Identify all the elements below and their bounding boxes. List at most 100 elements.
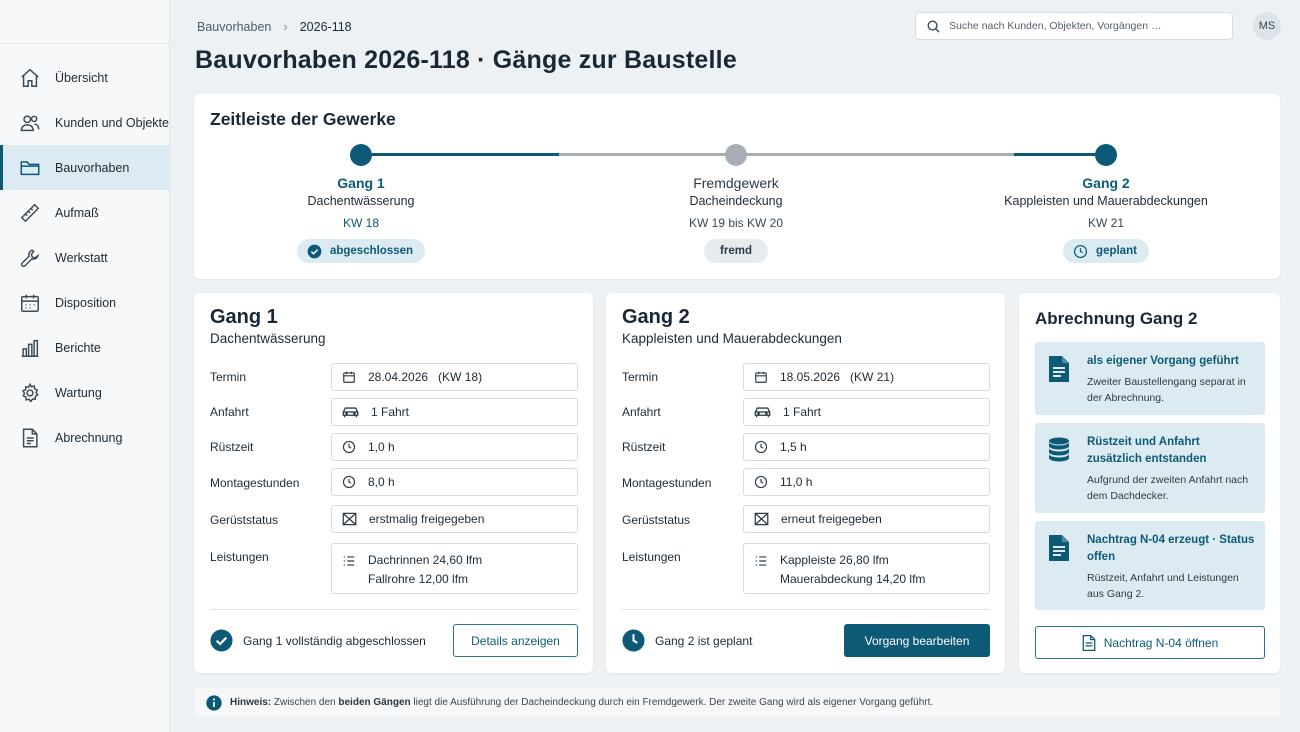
- gang-status: Gang 1 vollständig abgeschlossen: [210, 629, 426, 652]
- billing-card: Abrechnung Gang 2 als eigener Vorgang ge…: [1019, 293, 1280, 673]
- breadcrumb-link-bauvorhaben[interactable]: Bauvorhaben: [197, 20, 271, 34]
- field-value: 1 Fahrt: [371, 405, 410, 419]
- field-value: 28.04.2026 (KW 18): [368, 370, 483, 384]
- scaffold-icon: [342, 512, 357, 526]
- label-leistungen: Leistungen: [210, 550, 269, 564]
- leistungen-field[interactable]: Kappleiste 26,80 lfm Mauerabdeckung 14,2…: [743, 543, 990, 594]
- field-value: 18.05.2026 (KW 21): [780, 370, 895, 384]
- timeline-step-name: Gang 1: [337, 175, 385, 191]
- scaffold-icon: [754, 512, 769, 526]
- sidebar-item-uebersicht[interactable]: Übersicht: [0, 55, 170, 100]
- hint-bar: Hinweis: Zwischen den beiden Gängen lieg…: [194, 688, 1280, 717]
- label-geruest: Gerüststatus: [210, 513, 279, 527]
- sidebar-item-label: Disposition: [55, 295, 117, 310]
- sidebar-item-aufmass[interactable]: Aufmaß: [0, 190, 170, 235]
- sidebar-nav: Übersicht Kunden und Objekte Bauvorhaben…: [0, 55, 170, 460]
- search-icon: [927, 20, 940, 33]
- billing-item: Nachtrag N-04 erzeugt · Status offen Rüs…: [1035, 521, 1265, 610]
- timeline-step-sub: Dacheindeckung: [689, 194, 783, 208]
- gang-status: Gang 2 ist geplant: [622, 629, 752, 652]
- list-item: Fallrohre 12,00 lfm: [368, 572, 469, 586]
- sidebar-item-abrechnung[interactable]: Abrechnung: [0, 415, 170, 460]
- sidebar-item-label: Aufmaß: [55, 205, 99, 220]
- leistungen-list: Kappleiste 26,80 lfm Mauerabdeckung 14,2…: [780, 551, 925, 589]
- status-badge-label: geplant: [1096, 245, 1137, 257]
- sidebar-item-wartung[interactable]: Wartung: [0, 370, 170, 415]
- list-item: Mauerabdeckung 14,20 lfm: [780, 572, 926, 586]
- billing-item-text: Aufgrund der zweiten Anfahrt nach dem Da…: [1087, 474, 1249, 502]
- label-anfahrt: Anfahrt: [622, 405, 661, 419]
- details-button[interactable]: Details anzeigen: [453, 624, 578, 657]
- document-icon: [22, 428, 38, 447]
- timeline-step-gang2: Gang 2 Kappleisten und Mauerabdeckungen …: [956, 175, 1256, 264]
- search-box[interactable]: [915, 12, 1233, 40]
- timeline-dot-fremd: [725, 144, 747, 166]
- timeline-step-sub: Dachentwässerung: [307, 194, 415, 208]
- label-termin: Termin: [622, 370, 659, 384]
- sidebar-item-kunden[interactable]: Kunden und Objekte: [0, 100, 170, 145]
- wrench-icon: [20, 248, 40, 267]
- hint-label: Hinweis:: [230, 697, 272, 708]
- calendar-icon: [21, 294, 39, 312]
- edit-vorgang-button[interactable]: Vorgang bearbeiten: [844, 624, 990, 657]
- sidebar-item-label: Werkstatt: [55, 250, 108, 265]
- car-icon: [342, 407, 359, 418]
- field-value: 1,5 h: [780, 440, 807, 454]
- field-value: 1,0 h: [368, 440, 395, 454]
- ruestzeit-field[interactable]: 1,0 h: [331, 433, 578, 461]
- billing-item-title: Nachtrag N-04 erzeugt · Status offen: [1087, 534, 1255, 563]
- sidebar-item-bauvorhaben[interactable]: Bauvorhaben: [0, 145, 170, 190]
- geruest-field[interactable]: erstmalig freigegeben: [331, 505, 578, 533]
- ruestzeit-field[interactable]: 1,5 h: [743, 433, 990, 461]
- billing-item-text: Rüstzeit, Anfahrt und Leistungen aus Gan…: [1087, 572, 1239, 600]
- sidebar: Übersicht Kunden und Objekte Bauvorhaben…: [0, 0, 170, 732]
- check-circle-icon: [307, 244, 322, 258]
- clock-icon: [754, 440, 768, 454]
- open-nachtrag-button[interactable]: Nachtrag N-04 öffnen: [1035, 626, 1265, 659]
- car-icon: [754, 407, 771, 418]
- field-value: 11,0 h: [780, 475, 813, 489]
- sidebar-item-disposition[interactable]: Disposition: [0, 280, 170, 325]
- montage-field[interactable]: 8,0 h: [331, 468, 578, 496]
- field-value: 8,0 h: [368, 475, 395, 489]
- breadcrumb-separator: ›: [283, 19, 288, 34]
- gear-icon: [21, 382, 39, 403]
- timeline-title: Zeitleiste der Gewerke: [210, 109, 396, 129]
- search-input[interactable]: [949, 20, 1219, 32]
- anfahrt-field[interactable]: 1 Fahrt: [743, 398, 990, 426]
- clock-icon: [342, 475, 356, 489]
- users-icon: [20, 114, 40, 131]
- timeline-line-done: [372, 153, 559, 156]
- sidebar-item-label: Wartung: [55, 385, 102, 400]
- sidebar-item-label: Abrechnung: [55, 430, 123, 445]
- divider: [210, 609, 578, 610]
- sidebar-item-werkstatt[interactable]: Werkstatt: [0, 235, 170, 280]
- termin-field[interactable]: 18.05.2026 (KW 21): [743, 363, 990, 391]
- status-badge-label: fremd: [720, 245, 752, 257]
- field-value: 1 Fahrt: [783, 405, 822, 419]
- sidebar-item-berichte[interactable]: Berichte: [0, 325, 170, 370]
- sidebar-item-label: Berichte: [55, 340, 101, 355]
- label-anfahrt: Anfahrt: [210, 405, 249, 419]
- label-geruest: Gerüststatus: [622, 513, 691, 527]
- timeline-step-gang1: Gang 1 Dachentwässerung KW 18 abgeschlos…: [211, 175, 511, 264]
- leistungen-list: Dachrinnen 24,60 lfm Fallrohre 12,00 lfm: [368, 551, 482, 589]
- termin-field[interactable]: 28.04.2026 (KW 18): [331, 363, 578, 391]
- avatar[interactable]: MS: [1253, 12, 1281, 40]
- breadcrumb: Bauvorhaben › 2026-118: [197, 19, 352, 34]
- document-icon: [1049, 535, 1069, 561]
- timeline-step-fremd: Fremdgewerk Dacheindeckung KW 19 bis KW …: [586, 175, 886, 263]
- field-value: erstmalig freigegeben: [369, 512, 485, 526]
- gang-status-text: Gang 1 vollständig abgeschlossen: [243, 633, 426, 648]
- leistungen-field[interactable]: Dachrinnen 24,60 lfm Fallrohre 12,00 lfm: [331, 543, 578, 594]
- anfahrt-field[interactable]: 1 Fahrt: [331, 398, 578, 426]
- hint-bold: beiden Gängen: [338, 697, 411, 708]
- geruest-field[interactable]: erneut freigegeben: [743, 505, 990, 533]
- clock-icon: [342, 440, 356, 454]
- field-value: erneut freigegeben: [781, 512, 882, 526]
- timeline-step-kw: KW 21: [1087, 216, 1124, 230]
- gang-subtitle: Dachentwässerung: [210, 331, 326, 346]
- timeline-dot-gang1: [350, 144, 372, 166]
- gang-title: Gang 1: [210, 306, 278, 328]
- montage-field[interactable]: 11,0 h: [743, 468, 990, 496]
